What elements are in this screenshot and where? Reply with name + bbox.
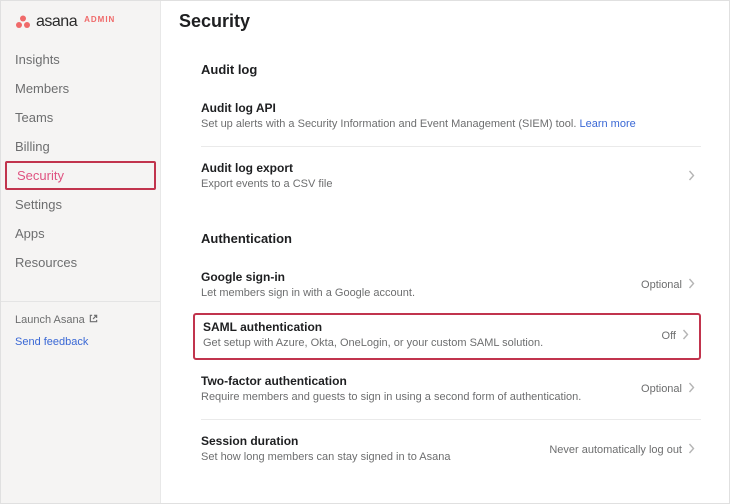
sidebar-nav: Insights Members Teams Billing Security … — [1, 45, 160, 277]
row-desc-audit-export: Export events to a CSV file — [201, 177, 688, 192]
chevron-right-icon — [688, 168, 695, 186]
brand-admin-label: ADMIN — [84, 15, 115, 24]
row-desc-saml: Get setup with Azure, Okta, OneLogin, or… — [203, 336, 662, 351]
row-audit-log-export[interactable]: Audit log export Export events to a CSV … — [201, 146, 701, 204]
sidebar-item-resources[interactable]: Resources — [1, 248, 160, 277]
row-desc-audit-api: Set up alerts with a Security Informatio… — [201, 117, 695, 132]
launch-asana-link[interactable]: Launch Asana — [15, 314, 160, 326]
row-title-saml: SAML authentication — [203, 320, 662, 334]
row-status-google: Optional — [641, 279, 682, 291]
brand: asana ADMIN — [1, 7, 160, 45]
row-desc-google: Let members sign in with a Google accoun… — [201, 286, 641, 301]
section-header-audit-log: Audit log — [201, 62, 701, 77]
row-status-session: Never automatically log out — [549, 444, 682, 456]
sidebar-footer: Launch Asana Send feedback — [1, 301, 160, 348]
row-desc-twofa: Require members and guests to sign in us… — [201, 390, 641, 405]
chevron-right-icon — [688, 276, 695, 294]
page-title: Security — [179, 11, 701, 32]
sidebar-item-members[interactable]: Members — [1, 74, 160, 103]
row-desc-text: Set up alerts with a Security Informatio… — [201, 118, 579, 130]
row-title-twofa: Two-factor authentication — [201, 374, 641, 388]
saml-highlight: SAML authentication Get setup with Azure… — [193, 313, 701, 359]
sidebar: asana ADMIN Insights Members Teams Billi… — [1, 1, 161, 503]
chevron-right-icon — [688, 441, 695, 459]
sidebar-item-apps[interactable]: Apps — [1, 219, 160, 248]
sidebar-item-security[interactable]: Security — [5, 161, 156, 190]
chevron-right-icon — [688, 380, 695, 398]
row-two-factor-auth[interactable]: Two-factor authentication Require member… — [201, 364, 701, 417]
chevron-right-icon — [682, 327, 689, 345]
external-link-icon — [89, 314, 98, 326]
section-header-authentication: Authentication — [201, 231, 701, 246]
row-desc-session: Set how long members can stay signed in … — [201, 450, 549, 465]
row-google-signin[interactable]: Google sign-in Let members sign in with … — [201, 260, 701, 313]
sidebar-item-insights[interactable]: Insights — [1, 45, 160, 74]
row-status-saml: Off — [662, 330, 676, 342]
row-title-audit-export: Audit log export — [201, 161, 688, 175]
asana-logo-icon — [15, 15, 31, 29]
send-feedback-link[interactable]: Send feedback — [15, 336, 160, 348]
main-content: Security Audit log Audit log API Set up … — [161, 1, 729, 503]
launch-asana-label: Launch Asana — [15, 314, 85, 326]
sidebar-item-settings[interactable]: Settings — [1, 190, 160, 219]
row-audit-log-api[interactable]: Audit log API Set up alerts with a Secur… — [201, 91, 701, 144]
row-title-session: Session duration — [201, 434, 549, 448]
row-title-google: Google sign-in — [201, 270, 641, 284]
row-title-audit-api: Audit log API — [201, 101, 695, 115]
learn-more-link[interactable]: Learn more — [579, 118, 635, 130]
brand-name: asana — [36, 13, 77, 31]
row-saml-authentication[interactable]: SAML authentication Get setup with Azure… — [203, 320, 695, 351]
sidebar-item-billing[interactable]: Billing — [1, 132, 160, 161]
sidebar-item-teams[interactable]: Teams — [1, 103, 160, 132]
row-status-twofa: Optional — [641, 383, 682, 395]
row-session-duration[interactable]: Session duration Set how long members ca… — [201, 419, 701, 477]
